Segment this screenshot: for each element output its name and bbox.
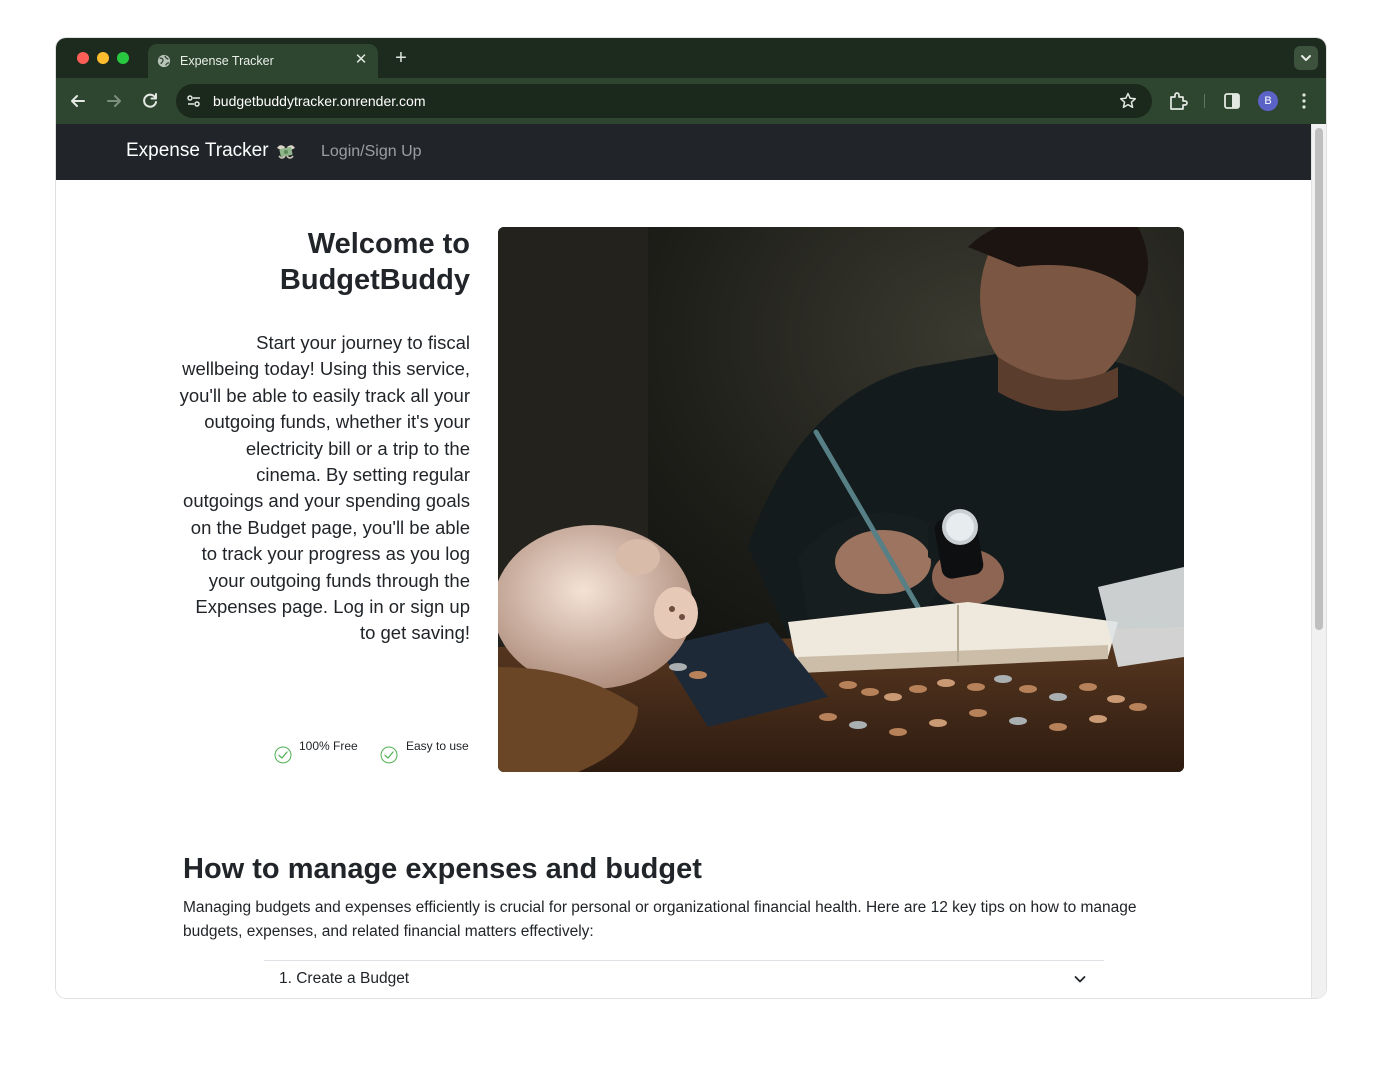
brand-link[interactable]: Expense Tracker xyxy=(126,140,269,162)
close-tab-icon[interactable]: ✕ xyxy=(352,51,370,69)
check-circle-icon xyxy=(274,746,292,764)
hero-description: Start your journey to fiscal wellbeing t… xyxy=(179,332,470,644)
extensions-icon[interactable] xyxy=(1166,89,1190,113)
hero-title-line2: BudgetBuddy xyxy=(279,264,470,296)
site-settings-icon[interactable] xyxy=(184,91,204,111)
bookmark-star-icon[interactable] xyxy=(1118,91,1138,111)
scrollbar-thumb[interactable] xyxy=(1315,128,1323,630)
maximize-window-button[interactable] xyxy=(117,52,129,64)
feature-free: 100% Free xyxy=(299,739,358,753)
reload-icon[interactable] xyxy=(138,89,162,113)
tab-expense-tracker[interactable]: Expense Tracker ✕ xyxy=(148,44,378,78)
globe-icon xyxy=(157,54,171,68)
hero-title-line1: Welcome to xyxy=(307,228,470,260)
toolbar-divider xyxy=(1204,94,1205,108)
hero-title: Welcome to BudgetBuddy xyxy=(206,226,470,298)
page-viewport: Expense Tracker Login/Sign Up Welcome to… xyxy=(56,124,1326,998)
hero-image xyxy=(498,227,1184,772)
chevron-down-icon[interactable] xyxy=(1072,971,1088,987)
money-wings-icon xyxy=(277,145,295,159)
address-bar[interactable]: budgetbuddytracker.onrender.com xyxy=(176,84,1152,118)
side-panel-icon[interactable] xyxy=(1220,89,1244,113)
chevron-down-icon xyxy=(1301,55,1311,61)
more-menu-icon[interactable] xyxy=(1292,89,1316,113)
back-arrow-icon[interactable] xyxy=(66,89,90,113)
browser-toolbar: budgetbuddytracker.onrender.com B xyxy=(56,78,1326,124)
budget-photo-illustration xyxy=(498,227,1184,772)
site-navbar: Expense Tracker Login/Sign Up xyxy=(56,124,1311,180)
check-circle-icon xyxy=(380,746,398,764)
feature-easy: Easy to use xyxy=(406,739,469,753)
minimize-window-button[interactable] xyxy=(97,52,109,64)
section-intro: Managing budgets and expenses efficientl… xyxy=(183,899,1137,940)
new-tab-button[interactable]: + xyxy=(390,47,412,69)
close-window-button[interactable] xyxy=(77,52,89,64)
tab-strip: Expense Tracker ✕ + xyxy=(56,38,1326,78)
browser-window: Expense Tracker ✕ + budgetbuddytracker.o… xyxy=(56,38,1326,998)
forward-arrow-icon[interactable] xyxy=(102,89,126,113)
profile-avatar[interactable]: B xyxy=(1258,91,1278,111)
login-signup-link[interactable]: Login/Sign Up xyxy=(321,143,422,161)
accordion-item-create-budget[interactable]: 1. Create a Budget xyxy=(264,960,1104,998)
section-title: How to manage expenses and budget xyxy=(183,853,702,885)
tab-search-button[interactable] xyxy=(1294,46,1318,70)
url-text: budgetbuddytracker.onrender.com xyxy=(213,93,426,109)
tab-title: Expense Tracker xyxy=(180,54,274,68)
vertical-scrollbar[interactable] xyxy=(1311,124,1326,998)
accordion-label: 1. Create a Budget xyxy=(279,970,410,987)
